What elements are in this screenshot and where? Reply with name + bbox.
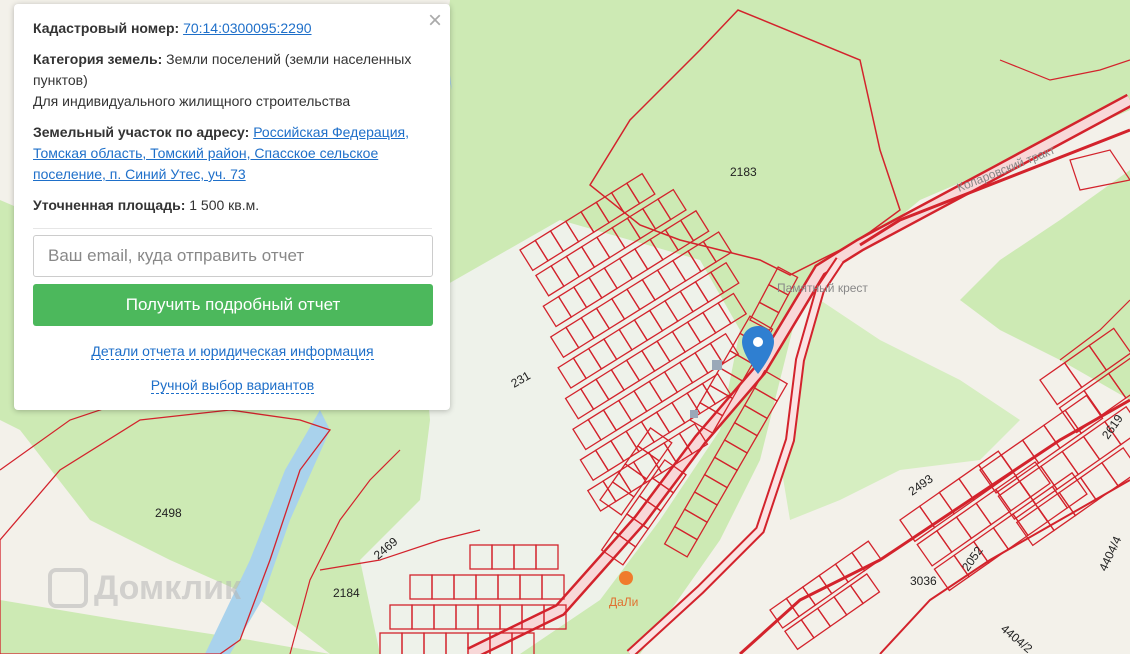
area-value: 1 500 кв.м. [189, 197, 260, 213]
email-input[interactable] [33, 235, 433, 277]
building-icon [690, 410, 698, 418]
parcel-label-3036: 3036 [910, 574, 937, 588]
manual-selection-link[interactable]: Ручной выбор вариантов [150, 377, 315, 394]
divider [33, 228, 432, 229]
address-label: Земельный участок по адресу: [33, 124, 250, 140]
cadastral-label: Кадастровый номер: [33, 20, 180, 36]
category-label: Категория земель: [33, 51, 163, 67]
cafe-icon[interactable] [619, 571, 633, 585]
close-icon[interactable]: × [428, 8, 442, 34]
location-marker-icon[interactable] [742, 326, 774, 374]
parcel-info-popup: × Кадастровый номер: 70:14:0300095:2290 … [14, 4, 450, 410]
domclick-logo-icon [48, 568, 88, 608]
poi-memorial-label: Памятный крест [777, 281, 868, 295]
building-icon [712, 360, 722, 370]
get-report-button[interactable]: Получить подробный отчет [33, 284, 433, 326]
cadastral-row: Кадастровый номер: 70:14:0300095:2290 [33, 18, 432, 39]
parcel-label-2498: 2498 [155, 506, 182, 520]
address-row: Земельный участок по адресу: Российская … [33, 122, 432, 185]
watermark: Домклик [48, 568, 241, 608]
watermark-text: Домклик [94, 568, 242, 607]
parcel-label-2183: 2183 [730, 165, 757, 179]
category-row: Категория земель: Земли поселений (земли… [33, 49, 432, 112]
cadastral-number-link[interactable]: 70:14:0300095:2290 [183, 20, 311, 36]
report-details-link[interactable]: Детали отчета и юридическая информация [91, 343, 374, 360]
poi-dali-label[interactable]: ДаЛи [609, 595, 638, 609]
parcel-label-2184: 2184 [333, 586, 360, 600]
area-row: Уточненная площадь: 1 500 кв.м. [33, 195, 432, 216]
category-use: Для индивидуального жилищного строительс… [33, 93, 351, 109]
area-label: Уточненная площадь: [33, 197, 186, 213]
popup-links: Детали отчета и юридическая информация Р… [33, 341, 432, 396]
